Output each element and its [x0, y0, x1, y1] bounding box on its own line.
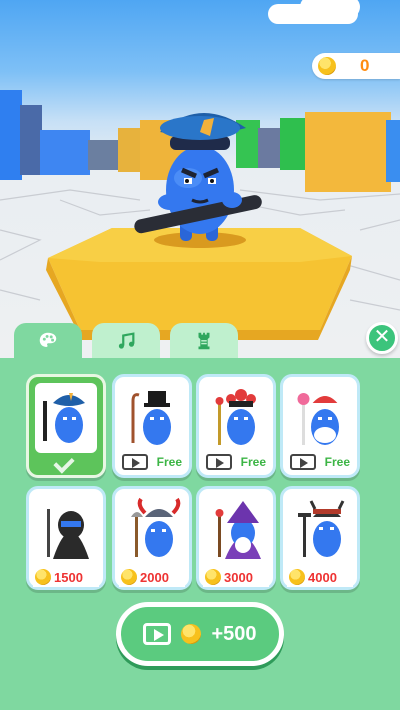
close-button[interactable]: ✕ [366, 322, 398, 354]
skin-card-police[interactable] [26, 374, 106, 478]
tab-skins[interactable] [14, 323, 82, 359]
music-note-icon [118, 332, 135, 349]
tower-icon [198, 332, 210, 350]
reward-amount: +500 [211, 622, 257, 645]
price-tag: 2000 [119, 567, 185, 587]
skin-card-samurai[interactable]: 4000 [280, 486, 360, 590]
video-icon [122, 454, 148, 470]
coin-icon [181, 624, 202, 644]
coin-icon [289, 569, 305, 585]
coin-icon [205, 569, 221, 585]
character-portrait [289, 495, 351, 565]
price-label: 4000 [308, 569, 337, 585]
price-tag: 1500 [33, 567, 99, 587]
free-label: Free [240, 455, 266, 469]
skin-card-wizard[interactable]: 3000 [196, 486, 276, 590]
video-icon [143, 623, 172, 645]
character-portrait [121, 495, 183, 565]
coin-icon [35, 569, 51, 585]
skin-card-gentleman[interactable]: Free [112, 374, 192, 478]
character-portrait [205, 383, 267, 453]
video-icon [290, 454, 316, 470]
skin-card-ninja[interactable]: 1500 [26, 486, 106, 590]
watch-video-reward-button[interactable]: +500 [116, 602, 284, 666]
skin-card-opera[interactable]: Free [196, 374, 276, 478]
tab-stages[interactable] [170, 323, 238, 359]
free-label: Free [324, 455, 350, 469]
price-label: 3000 [224, 569, 253, 585]
price-tag: 3000 [203, 567, 269, 587]
tab-music[interactable] [92, 323, 160, 359]
coin-icon [121, 569, 137, 585]
selected-check-icon [53, 452, 75, 474]
coin-icon [318, 57, 336, 75]
coin-amount: 0 [360, 56, 370, 75]
character-portrait [35, 495, 97, 565]
character-portrait [205, 495, 267, 565]
price-label: 1500 [54, 569, 83, 585]
game-scene: 0 [0, 0, 400, 358]
free-footer: Free [120, 451, 184, 473]
skin-card-santa[interactable]: Free [280, 374, 360, 478]
video-icon [206, 454, 232, 470]
price-label: 2000 [140, 569, 169, 585]
free-footer: Free [288, 451, 352, 473]
free-footer: Free [204, 451, 268, 473]
price-tag: 4000 [287, 567, 353, 587]
character-portrait [121, 383, 183, 453]
skin-card-viking[interactable]: 2000 [112, 486, 192, 590]
character-portrait [35, 383, 97, 453]
palette-icon [39, 332, 57, 347]
coin-counter: 0 [312, 53, 400, 79]
character-portrait [289, 383, 351, 453]
free-label: Free [156, 455, 182, 469]
close-icon: ✕ [373, 326, 391, 348]
